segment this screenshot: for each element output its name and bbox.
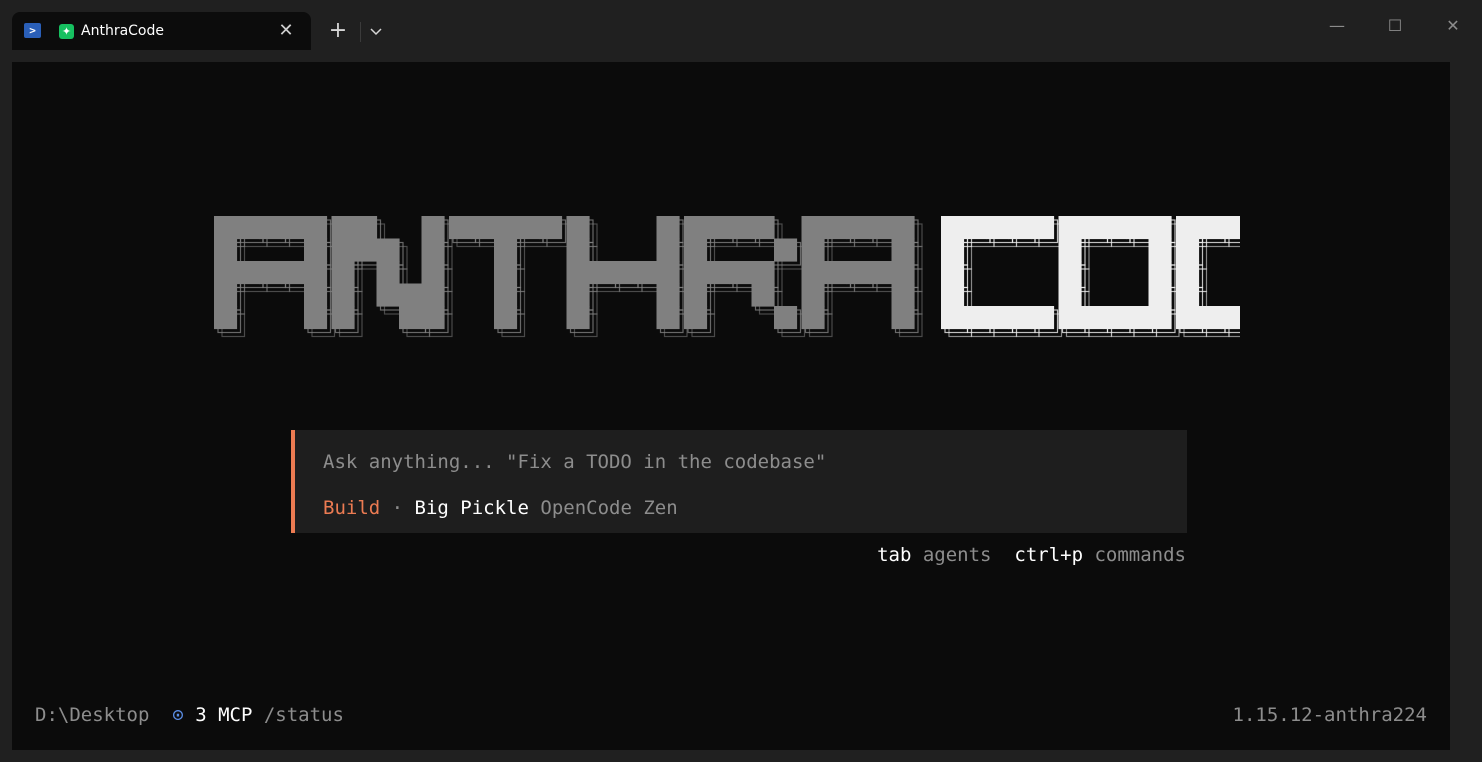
- prompt-placeholder: Ask anything... "Fix a TODO in the codeb…: [323, 451, 827, 473]
- terminal-tab[interactable]: > ✦ AnthraCode ✕: [12, 12, 311, 50]
- separator: ·: [380, 497, 415, 519]
- agent-line: Build · Big Pickle OpenCode Zen: [323, 497, 678, 519]
- hint-label-agents: agents: [922, 544, 992, 566]
- agent-name[interactable]: Build: [323, 497, 380, 519]
- working-directory: D:\Desktop: [35, 704, 150, 726]
- logo: [214, 216, 1240, 338]
- minimize-button[interactable]: —: [1314, 12, 1360, 40]
- app-icon: ✦: [59, 24, 74, 39]
- prompt-input[interactable]: Ask anything... "Fix a TODO in the codeb…: [291, 430, 1187, 533]
- version-label: 1.15.12-anthra224: [1232, 704, 1427, 726]
- close-tab-icon[interactable]: ✕: [275, 20, 297, 42]
- status-footer: D:\Desktop ⊙ 3 MCP /status: [35, 704, 344, 726]
- new-tab-button[interactable]: +: [326, 20, 350, 44]
- hint-key-tab: tab: [877, 544, 912, 566]
- maximize-button[interactable]: ☐: [1372, 12, 1418, 40]
- title-bar: > ✦ AnthraCode ✕ + — ☐ ✕: [0, 0, 1482, 62]
- powershell-icon: >: [24, 23, 41, 38]
- tab-title: AnthraCode: [81, 23, 164, 39]
- model-name[interactable]: Big Pickle: [415, 497, 529, 519]
- provider-name: OpenCode Zen: [540, 497, 678, 519]
- logo-code: [941, 216, 1240, 338]
- prompt-accent-bar: [291, 430, 295, 533]
- window-close-button[interactable]: ✕: [1430, 12, 1476, 40]
- status-command[interactable]: /status: [264, 704, 344, 726]
- chevron-down-icon[interactable]: [366, 21, 386, 41]
- hint-key-ctrl-p: ctrl+p: [1014, 544, 1084, 566]
- mcp-count: 3 MCP: [195, 704, 253, 726]
- tab-divider: [360, 22, 361, 42]
- keybind-hints: tab agents ctrl+p commands: [877, 544, 1186, 566]
- terminal-area[interactable]: Ask anything... "Fix a TODO in the codeb…: [12, 62, 1450, 750]
- hint-label-commands: commands: [1094, 544, 1186, 566]
- mcp-status-icon: ⊙: [172, 704, 184, 726]
- logo-anthra: [214, 216, 923, 338]
